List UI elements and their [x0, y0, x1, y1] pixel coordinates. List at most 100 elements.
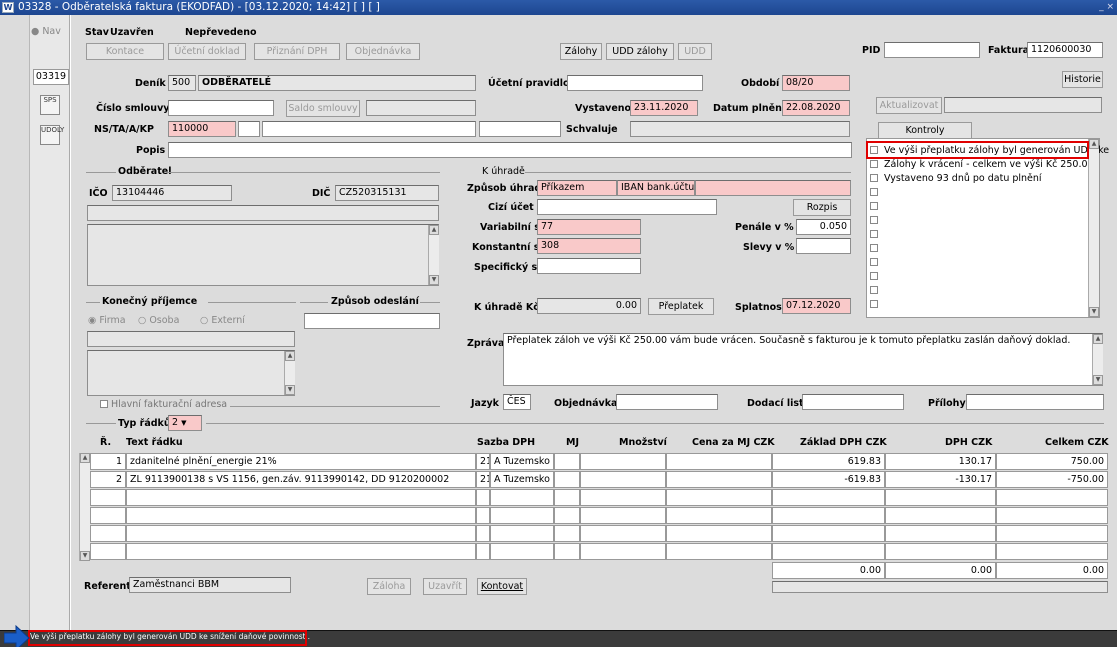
uzavrit-button[interactable]: Uzavřít [423, 578, 467, 595]
table-cell-zaklad[interactable] [772, 543, 885, 560]
table-cell-sazba[interactable] [476, 543, 490, 560]
pid-field[interactable] [884, 42, 980, 58]
control-checkbox-3[interactable] [870, 174, 878, 182]
table-cell-dph[interactable] [885, 507, 996, 524]
table-cell-cena[interactable] [666, 507, 772, 524]
konstantni-field[interactable]: 308 [537, 238, 641, 254]
ico-field[interactable]: 13104446 [112, 185, 232, 201]
udd-zalohy-button[interactable]: UDD zálohy [606, 43, 674, 60]
cislo-smlouvy-field[interactable] [168, 100, 274, 116]
table-cell-cena[interactable] [666, 489, 772, 506]
table-cell-celkem[interactable]: 750.00 [996, 453, 1108, 470]
table-cell-text[interactable] [126, 543, 476, 560]
table-cell-text[interactable] [126, 489, 476, 506]
scroll-down-icon[interactable]: ▼ [285, 385, 295, 395]
obdobi-field[interactable]: 08/20 [782, 75, 850, 91]
table-cell-dph[interactable]: 130.17 [885, 453, 996, 470]
cizi-ucet-field[interactable] [537, 199, 717, 215]
historie-button[interactable]: Historie [1062, 71, 1103, 88]
radio-externi[interactable]: ○ Externí [200, 315, 245, 326]
odeslani-field[interactable] [304, 313, 440, 329]
table-cell-cena[interactable] [666, 543, 772, 560]
table-cell-dph[interactable]: -130.17 [885, 471, 996, 488]
scroll-up-icon[interactable]: ▲ [285, 351, 295, 361]
table-cell-mj[interactable] [554, 489, 580, 506]
control-checkbox-9[interactable] [870, 258, 878, 266]
kontovat-button[interactable]: Kontovat [477, 578, 527, 595]
table-cell-celkem[interactable] [996, 525, 1108, 542]
aktualizovat-select[interactable] [944, 97, 1102, 113]
table-cell-sazba[interactable] [476, 489, 490, 506]
table-cell-cena[interactable] [666, 525, 772, 542]
hlavni-adresa-checkbox[interactable] [100, 400, 108, 408]
dodaci-list-field[interactable] [802, 394, 904, 410]
table-cell-sazbatype[interactable] [490, 489, 554, 506]
table-cell-dph[interactable] [885, 489, 996, 506]
table-cell-zaklad[interactable] [772, 507, 885, 524]
ucetni-pravidlo-field[interactable] [567, 75, 703, 91]
schvaluje-field[interactable] [630, 121, 850, 137]
control-checkbox-7[interactable] [870, 230, 878, 238]
aktualizovat-button[interactable]: Aktualizovat [876, 97, 942, 114]
prijemce-address-field[interactable] [87, 350, 295, 396]
table-cell-mn[interactable] [580, 471, 666, 488]
prijemce-scrollbar[interactable]: ▲ ▼ [284, 351, 295, 395]
objednavka-field[interactable] [616, 394, 718, 410]
zaloha-button[interactable]: Záloha [367, 578, 411, 595]
scroll-up-icon[interactable]: ▲ [1089, 139, 1099, 149]
scroll-down-icon[interactable]: ▼ [429, 275, 439, 285]
control-checkbox-4[interactable] [870, 188, 878, 196]
window-controls[interactable]: _ × [1099, 0, 1114, 15]
table-cell-sazbatype[interactable]: A Tuzemsko [490, 453, 554, 470]
table-cell-sazba[interactable]: 21 [476, 471, 490, 488]
table-cell-zaklad[interactable] [772, 525, 885, 542]
sps-icon[interactable]: SPS [40, 95, 60, 115]
odberatel-address-field[interactable] [87, 224, 439, 286]
table-cell-zaklad[interactable]: -619.83 [772, 471, 885, 488]
penale-field[interactable]: 0.050 [796, 219, 851, 235]
objednavka-button[interactable]: Objednávka [346, 43, 420, 60]
slevy-field[interactable] [796, 238, 851, 254]
control-checkbox-12[interactable] [870, 300, 878, 308]
referent-field[interactable]: Zaměstnanci BBM [129, 577, 291, 593]
prijemce-name-field[interactable] [87, 331, 295, 347]
table-cell-sazbatype[interactable] [490, 543, 554, 560]
table-cell-zaklad[interactable] [772, 489, 885, 506]
zprava-scrollbar[interactable]: ▲ ▼ [1092, 334, 1103, 385]
zprava-field[interactable]: Přeplatek záloh ve výši Kč 250.00 vám bu… [503, 333, 1103, 386]
table-cell-sazbatype[interactable]: A Tuzemsko [490, 471, 554, 488]
kontroly-tab[interactable]: Kontroly [878, 122, 972, 139]
rozpis-button[interactable]: Rozpis [793, 199, 851, 216]
table-cell-num[interactable] [90, 489, 126, 506]
ta-field[interactable] [238, 121, 260, 137]
control-checkbox-8[interactable] [870, 244, 878, 252]
scroll-down-icon[interactable]: ▼ [1093, 375, 1103, 385]
splatnost-field[interactable]: 07.12.2020 [782, 298, 851, 314]
radio-firma[interactable]: ◉ Firma [88, 315, 126, 326]
table-cell-cena[interactable] [666, 453, 772, 470]
denik-name-field[interactable]: ODBĚRATELÉ [198, 75, 476, 91]
table-cell-celkem[interactable] [996, 489, 1108, 506]
table-cell-sazba[interactable] [476, 525, 490, 542]
table-cell-text[interactable] [126, 507, 476, 524]
zpusob-uhrady-field[interactable]: Příkazem [537, 180, 617, 196]
faktura-number-field[interactable]: 1120600030 [1027, 42, 1103, 58]
popis-field[interactable] [168, 142, 852, 158]
table-cell-mj[interactable] [554, 453, 580, 470]
udoly-icon[interactable]: UDOLY [40, 125, 64, 145]
table-cell-mn[interactable] [580, 453, 666, 470]
nav-label[interactable]: ● Nav [31, 26, 61, 37]
priznani-dph-button[interactable]: Přiznání DPH [254, 43, 340, 60]
zalohy-button[interactable]: Zálohy [560, 43, 602, 60]
table-cell-mn[interactable] [580, 543, 666, 560]
table-cell-celkem[interactable] [996, 543, 1108, 560]
a-field[interactable] [262, 121, 476, 137]
kontroly-scrollbar[interactable]: ▲ ▼ [1088, 139, 1099, 317]
table-cell-mj[interactable] [554, 471, 580, 488]
iban-value-field[interactable] [695, 180, 851, 196]
nav-record-number[interactable]: 03319 [33, 69, 69, 85]
dic-field[interactable]: CZ520315131 [335, 185, 439, 201]
horizontal-scrollbar[interactable] [772, 581, 1108, 593]
table-cell-text[interactable]: zdanitelné plnění_energie 21% [126, 453, 476, 470]
radio-osoba[interactable]: ○ Osoba [138, 315, 179, 326]
